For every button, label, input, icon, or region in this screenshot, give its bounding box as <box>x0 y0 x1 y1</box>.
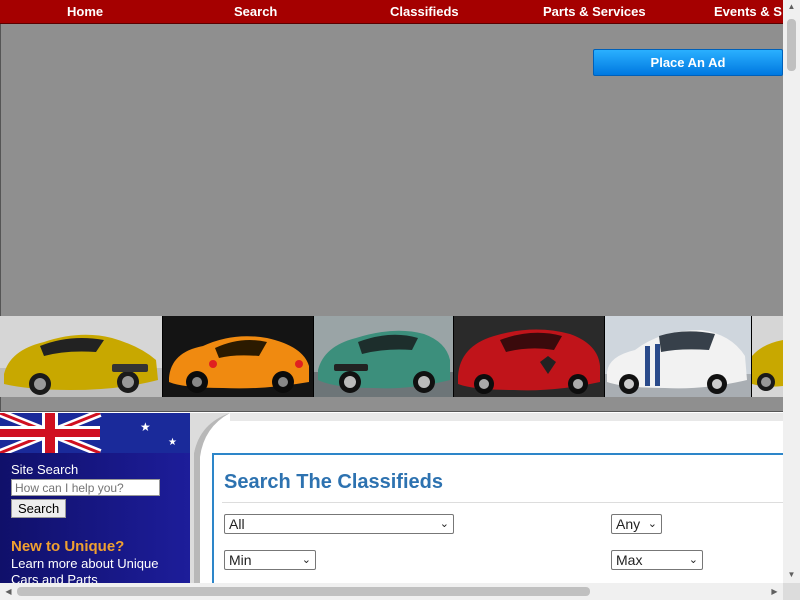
search-classifieds-title: Search The Classifieds <box>224 471 443 493</box>
scrollbar-corner <box>783 583 800 600</box>
car-image-green-aston-martin <box>314 316 453 397</box>
horizontal-scrollbar[interactable]: ◀ ▶ <box>0 583 783 600</box>
scroll-right-icon[interactable]: ▶ <box>766 587 783 596</box>
top-navigation: Home Search Classifieds Parts & Services… <box>0 0 783 24</box>
svg-text:★: ★ <box>140 420 151 434</box>
nav-parts-services[interactable]: Parts & Services <box>543 4 646 19</box>
chevron-down-icon: ⌄ <box>688 554 698 566</box>
chevron-down-icon: ⌄ <box>647 518 657 530</box>
scroll-down-icon[interactable]: ▼ <box>783 570 800 579</box>
vertical-scroll-thumb[interactable] <box>787 19 796 71</box>
min-select-value: Min <box>229 552 252 568</box>
car-image-yellow-aston-martin <box>0 316 162 397</box>
new-to-unique-heading: New to Unique? <box>11 538 125 555</box>
learn-more-link[interactable]: Learn more about Unique Cars and Parts <box>11 556 186 583</box>
site-search-input[interactable] <box>11 479 160 496</box>
car-image-yellow-aston-martin-repeat <box>752 316 783 397</box>
chevron-down-icon: ⌄ <box>439 518 449 530</box>
nav-home[interactable]: Home <box>67 4 103 19</box>
site-search-button[interactable]: Search <box>11 499 67 518</box>
make-select-value: All <box>229 516 245 532</box>
car-image-white-mustang-shelby <box>605 316 751 397</box>
scroll-left-icon[interactable]: ◀ <box>0 587 17 596</box>
site-search-label: Site Search <box>11 462 79 477</box>
max-select-value: Max <box>616 552 643 568</box>
car-image-orange-lotus-elise <box>163 316 313 397</box>
vertical-scrollbar[interactable]: ▲ ▼ <box>783 0 800 583</box>
panel-divider <box>222 502 783 503</box>
year-select-value: Any <box>616 516 641 532</box>
year-select[interactable]: Any ⌄ <box>611 514 662 534</box>
car-photo-strip <box>0 316 783 398</box>
nav-classifieds[interactable]: Classifieds <box>390 4 459 19</box>
chevron-down-icon: ⌄ <box>301 554 311 566</box>
scroll-up-icon[interactable]: ▲ <box>783 2 800 11</box>
banner-bottom-border <box>0 397 783 412</box>
australian-flag-icon: ★ ★ <box>0 413 190 453</box>
min-price-select[interactable]: Min ⌄ <box>224 550 316 570</box>
left-sidebar: ★ ★ Site Search Search New to Unique? Le… <box>0 413 190 583</box>
place-ad-button[interactable]: Place An Ad <box>593 49 783 76</box>
nav-events[interactable]: Events & S <box>714 4 782 19</box>
max-price-select[interactable]: Max ⌄ <box>611 550 703 570</box>
svg-text:★: ★ <box>168 437 177 448</box>
car-image-red-alfa-romeo <box>454 316 604 397</box>
horizontal-scroll-thumb[interactable] <box>17 587 590 596</box>
make-select[interactable]: All ⌄ <box>224 514 454 534</box>
nav-search[interactable]: Search <box>234 4 277 19</box>
